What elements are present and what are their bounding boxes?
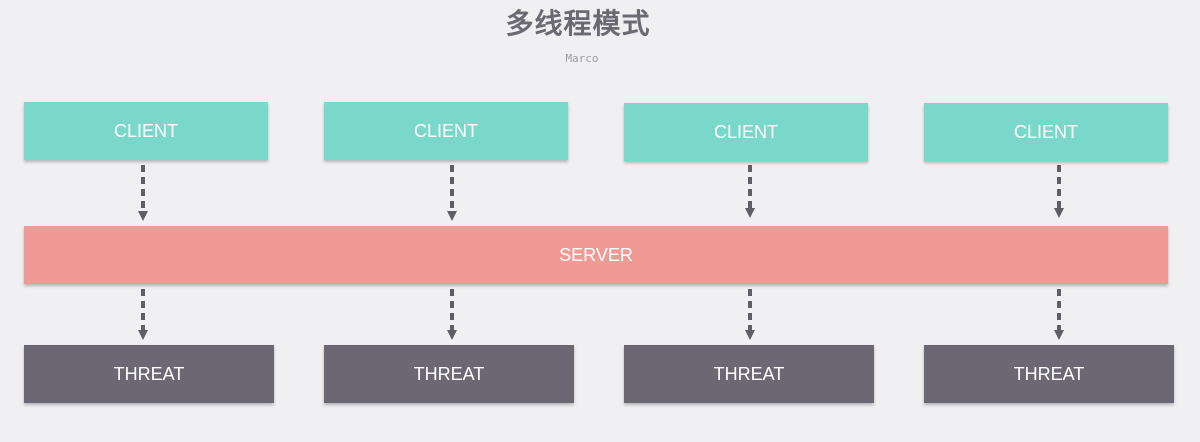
connector-arrows: [138, 165, 1064, 340]
